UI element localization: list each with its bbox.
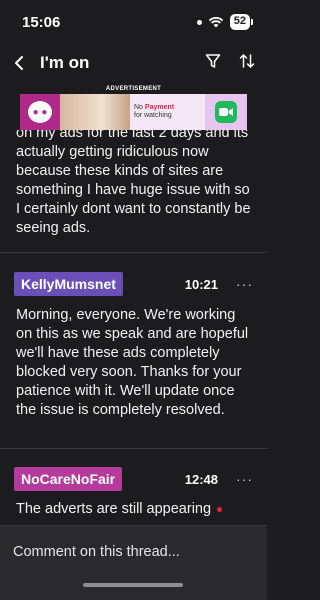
ad-text: No Payment for watching bbox=[130, 94, 205, 130]
status-bar: 15:06 52 bbox=[0, 0, 267, 44]
filter-icon[interactable] bbox=[205, 53, 221, 74]
sort-icon[interactable] bbox=[239, 53, 255, 74]
author-badge[interactable]: KellyMumsnet bbox=[14, 272, 123, 296]
post-header: KellyMumsnet 10:21 ··· bbox=[0, 272, 267, 296]
ad-logo: ● ● bbox=[20, 94, 60, 130]
battery-level: 52 bbox=[229, 14, 250, 30]
battery-icon: 52 bbox=[229, 14, 253, 30]
author-badge[interactable]: NoCareNoFair bbox=[14, 467, 123, 491]
post-time: 12:48 bbox=[184, 471, 218, 487]
post-body: Morning, everyone. We're working on this… bbox=[16, 307, 249, 418]
thread-nav-bar: I'm on bbox=[0, 44, 267, 82]
ad-cta[interactable] bbox=[205, 94, 247, 130]
back-icon[interactable] bbox=[12, 55, 28, 71]
post-time: 10:21 bbox=[184, 276, 218, 292]
post-divider bbox=[0, 448, 267, 449]
focus-dot-icon bbox=[196, 19, 202, 25]
ad-label: ADVERTISEMENT bbox=[105, 86, 162, 92]
ad-banner[interactable]: ● ● No Payment for watching bbox=[20, 94, 247, 130]
home-indicator bbox=[83, 583, 183, 587]
more-options-icon[interactable]: ··· bbox=[236, 471, 253, 487]
more-options-icon[interactable]: ··· bbox=[236, 276, 253, 292]
post-header: NoCareNoFair 12:48 ··· bbox=[0, 467, 267, 491]
comment-bar: Comment on this thread... bbox=[0, 525, 267, 600]
thread-posts[interactable]: on my ads for the last 2 days and its ac… bbox=[0, 130, 267, 525]
ad-image bbox=[60, 94, 130, 130]
post-divider bbox=[0, 252, 267, 253]
status-time: 15:06 bbox=[22, 13, 61, 31]
post-body: on my ads for the last 2 days and its ac… bbox=[16, 130, 251, 236]
wifi-icon bbox=[208, 16, 224, 28]
post-body: The adverts are still appearing bbox=[0, 500, 267, 519]
comment-input[interactable]: Comment on this thread... bbox=[13, 544, 180, 560]
thread-title: I'm on bbox=[40, 53, 90, 72]
unread-dot-icon bbox=[217, 506, 223, 512]
post: on my ads for the last 2 days and its ac… bbox=[0, 130, 267, 238]
video-call-icon bbox=[215, 101, 237, 123]
status-indicators: 52 bbox=[196, 14, 253, 30]
